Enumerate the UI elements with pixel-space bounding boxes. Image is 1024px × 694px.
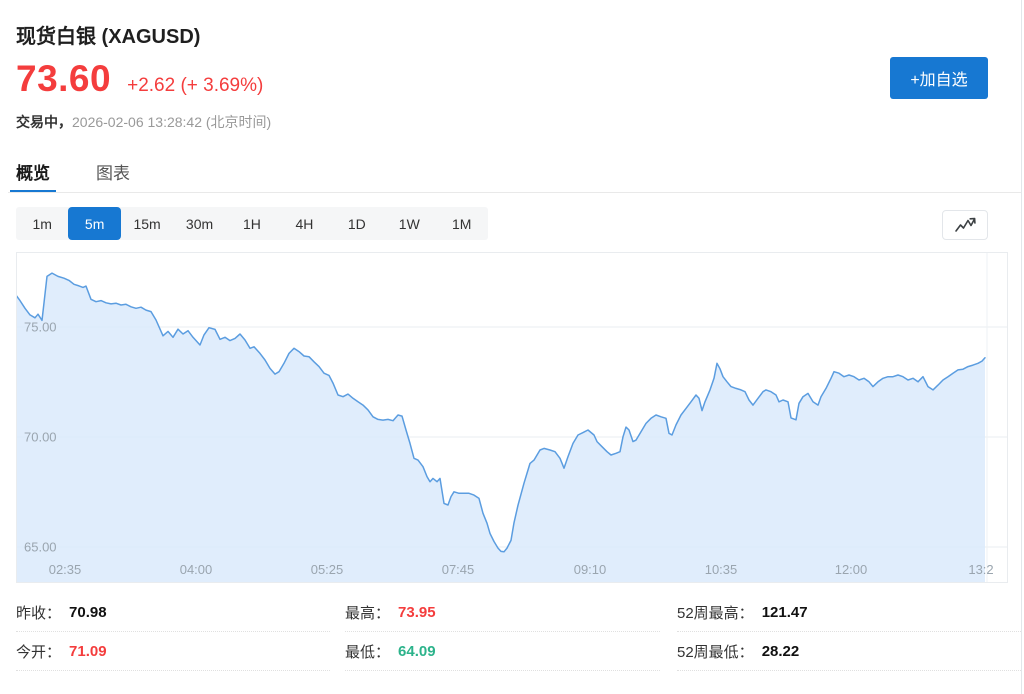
stat-value: 73.95	[398, 604, 436, 621]
stat-value: 64.09	[398, 643, 436, 660]
interval-button-4H[interactable]: 4H	[278, 207, 330, 240]
interval-toolbar: 1m5m15m30m1H4H1D1W1M	[16, 207, 488, 240]
stat-label: 最高：	[345, 602, 390, 623]
stat-label: 52周最高：	[677, 602, 754, 623]
stat-row: 52周最高： 121.47	[677, 593, 1021, 632]
interval-button-1m[interactable]: 1m	[16, 207, 68, 240]
interval-button-15m[interactable]: 15m	[121, 207, 173, 240]
x-axis-label: 09:10	[574, 562, 607, 577]
x-axis-label: 04:00	[180, 562, 213, 577]
x-axis-label: 13:2	[968, 562, 993, 577]
stat-row: 最高： 73.95	[345, 593, 660, 632]
line-chart-icon	[953, 216, 977, 234]
content-right-divider	[1021, 0, 1022, 694]
trading-status: 交易中，	[16, 114, 72, 130]
x-axis-label: 07:45	[442, 562, 475, 577]
tab-bar: 概览 图表	[8, 158, 138, 190]
interval-button-1H[interactable]: 1H	[226, 207, 278, 240]
stat-value: 28.22	[762, 643, 800, 660]
stat-label: 今开：	[16, 641, 61, 662]
chart-type-button[interactable]	[942, 210, 988, 240]
stat-row: 52周最低： 28.22	[677, 632, 1021, 671]
add-watchlist-button[interactable]: +加自选	[890, 57, 988, 99]
tab-chart[interactable]: 图表	[88, 158, 138, 190]
interval-button-5m[interactable]: 5m	[68, 207, 120, 240]
stat-column: 最高： 73.95 最低： 64.09	[345, 593, 660, 671]
y-axis-label: 65.00	[24, 540, 57, 555]
quote-page: 现货白银 (XAGUSD) 73.60 +2.62 (+ 3.69%) 交易中，…	[0, 0, 1024, 694]
current-price: 73.60	[16, 58, 111, 100]
x-axis-label: 05:25	[311, 562, 344, 577]
price-chart[interactable]: 75.00 70.00 65.00 02:35 04:00 05:25 07:45 09:10…	[16, 252, 1008, 583]
x-axis-label: 02:35	[49, 562, 82, 577]
interval-button-1M[interactable]: 1M	[436, 207, 488, 240]
stat-value: 70.98	[69, 604, 107, 621]
x-axis-label: 12:00	[835, 562, 868, 577]
stat-row: 今开： 71.09	[16, 632, 330, 671]
stat-row: 昨收： 70.98	[16, 593, 330, 632]
chart-area-fill	[17, 273, 985, 582]
interval-button-30m[interactable]: 30m	[173, 207, 225, 240]
x-axis-label: 10:35	[705, 562, 738, 577]
price-row: 73.60 +2.62 (+ 3.69%)	[16, 58, 263, 100]
y-axis-label: 75.00	[24, 320, 57, 335]
stat-row: 最低： 64.09	[345, 632, 660, 671]
tabs-divider	[8, 192, 1021, 193]
price-change: +2.62 (+ 3.69%)	[127, 75, 263, 97]
page-title: 现货白银 (XAGUSD)	[16, 20, 200, 49]
tab-overview[interactable]: 概览	[8, 158, 58, 190]
stat-value: 121.47	[762, 604, 808, 621]
stat-label: 52周最低：	[677, 641, 754, 662]
stat-label: 最低：	[345, 641, 390, 662]
stat-column: 52周最高： 121.47 52周最低： 28.22	[677, 593, 1021, 671]
status-row: 交易中，2026-02-06 13:28:42 (北京时间)	[16, 112, 271, 132]
interval-button-1W[interactable]: 1W	[383, 207, 435, 240]
quote-timestamp: 2026-02-06 13:28:42 (北京时间)	[72, 114, 271, 130]
y-axis-label: 70.00	[24, 430, 57, 445]
stat-value: 71.09	[69, 643, 107, 660]
interval-button-1D[interactable]: 1D	[331, 207, 383, 240]
stat-column: 昨收： 70.98 今开： 71.09	[16, 593, 330, 671]
stat-label: 昨收：	[16, 602, 61, 623]
